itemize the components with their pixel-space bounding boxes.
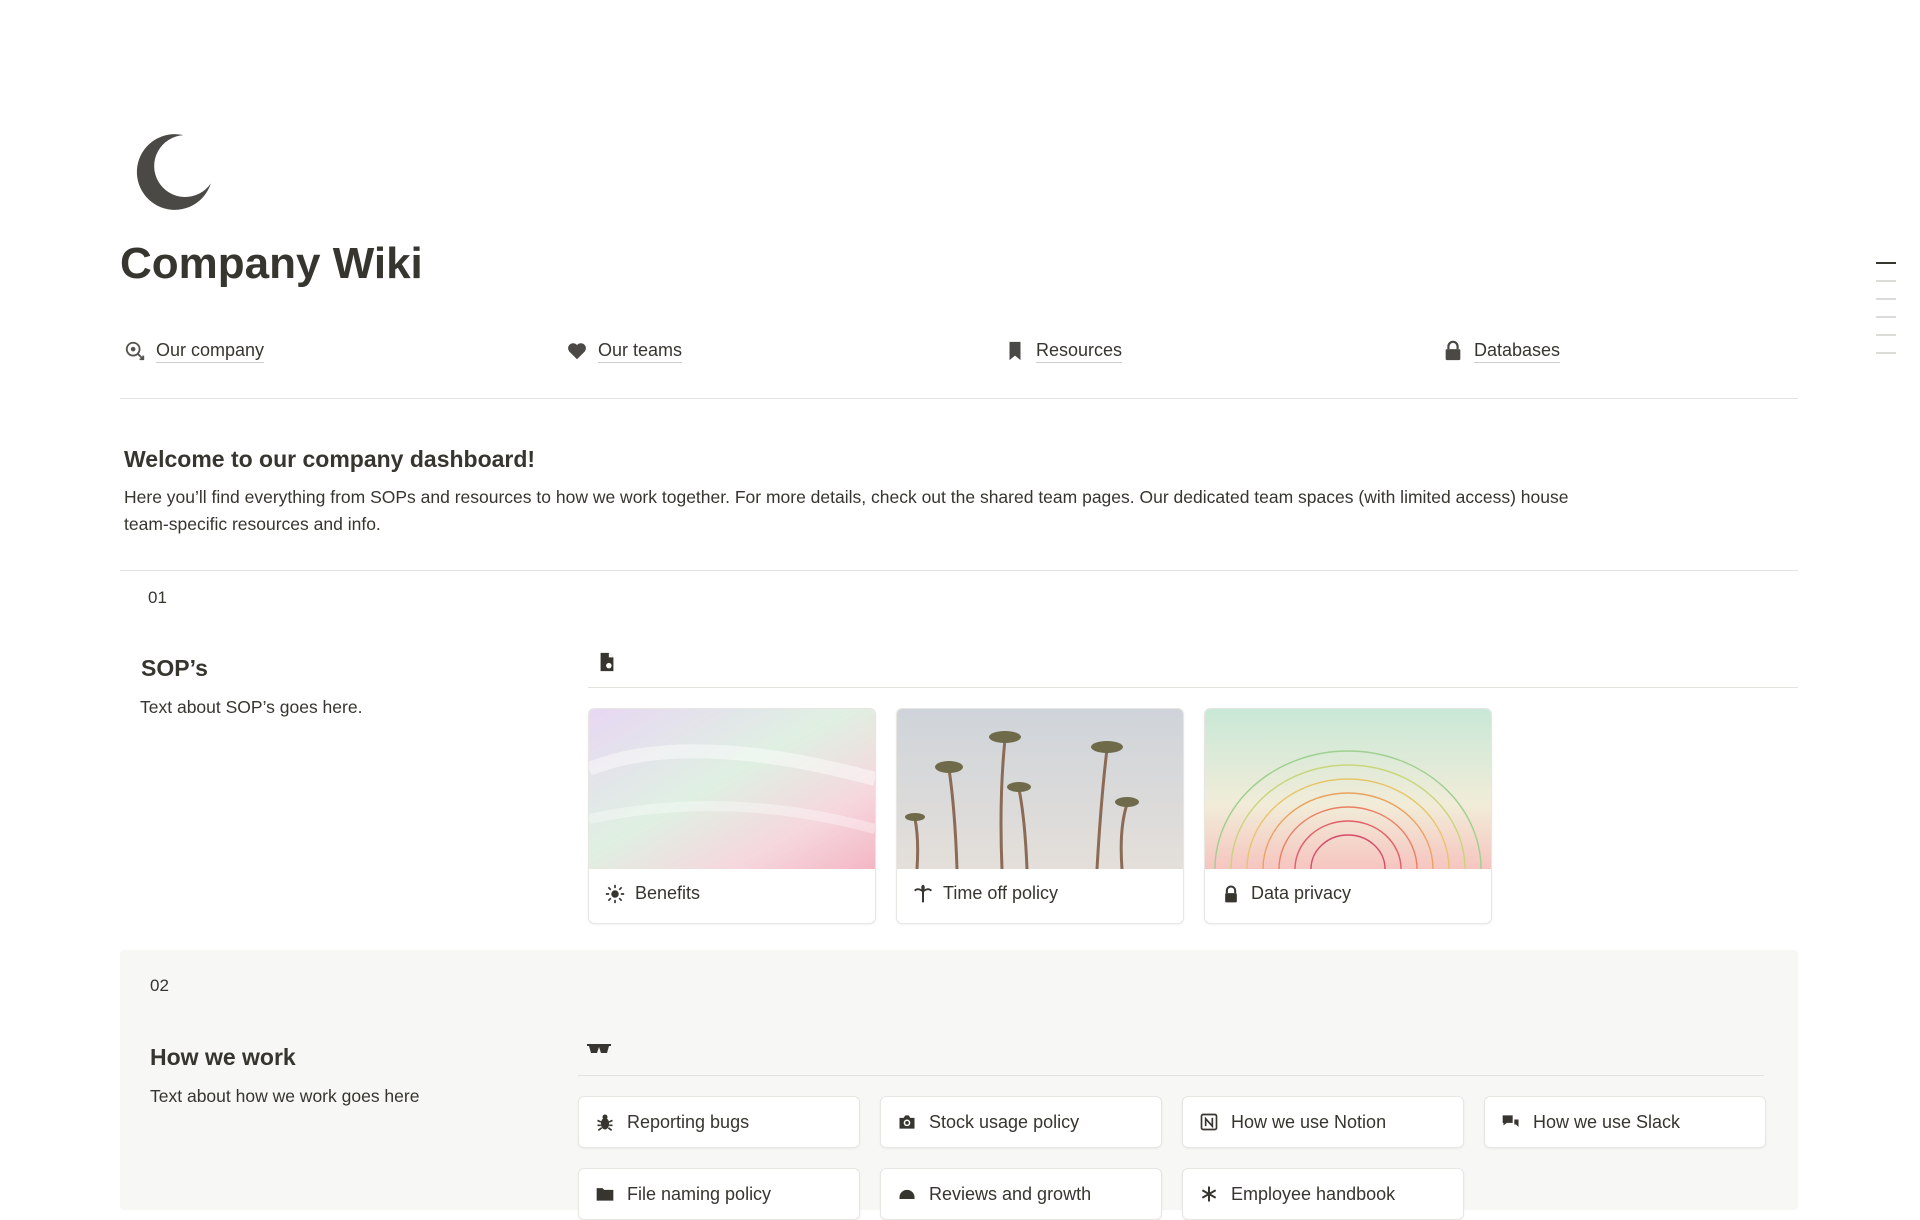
cover-image bbox=[897, 709, 1183, 869]
card-footer: Time off policy bbox=[913, 883, 1058, 904]
card-time-off-policy[interactable]: Time off policy bbox=[896, 708, 1184, 924]
page-title: Company Wiki bbox=[120, 239, 423, 288]
lock-icon bbox=[1445, 340, 1461, 360]
divider bbox=[120, 398, 1798, 399]
link-how-we-use-slack[interactable]: How we use Slack bbox=[1484, 1096, 1766, 1148]
nav-our-teams[interactable]: Our teams bbox=[566, 338, 683, 363]
section-number: 02 bbox=[150, 976, 169, 995]
card-label: Time off policy bbox=[943, 883, 1059, 903]
section-text: Text about SOP’s goes here. bbox=[140, 697, 363, 717]
chat-icon bbox=[1502, 1115, 1519, 1127]
sun-icon bbox=[605, 884, 625, 903]
palm-tree-icon bbox=[914, 884, 932, 902]
moon-icon[interactable] bbox=[130, 130, 216, 216]
lock-icon bbox=[1225, 885, 1237, 902]
toc-marker[interactable] bbox=[1876, 298, 1896, 300]
link-label: Reviews and growth bbox=[929, 1183, 1092, 1204]
cover-image bbox=[1205, 709, 1491, 869]
card-data-privacy[interactable]: Data privacy bbox=[1204, 708, 1492, 924]
link-file-naming-policy[interactable]: File naming policy bbox=[578, 1168, 860, 1220]
glasses-icon bbox=[587, 1044, 611, 1053]
nav-label: Resources bbox=[1036, 338, 1123, 363]
section-text: Text about how we work goes here bbox=[150, 1086, 420, 1106]
company-icon bbox=[125, 341, 145, 360]
nav-databases[interactable]: Databases bbox=[1442, 338, 1561, 363]
card-footer: Benefits bbox=[605, 883, 700, 904]
section-title-sops: SOP’s bbox=[141, 655, 208, 681]
link-reviews-and-growth[interactable]: Reviews and growth bbox=[880, 1168, 1162, 1220]
welcome-heading: Welcome to our company dashboard! bbox=[124, 446, 536, 472]
toc-marker[interactable] bbox=[1876, 334, 1896, 336]
nav-label: Databases bbox=[1474, 338, 1561, 363]
bookmark-icon bbox=[1009, 341, 1021, 360]
toc-marker[interactable] bbox=[1876, 316, 1896, 318]
top-nav: Our company Our teams Resources Database… bbox=[120, 338, 1798, 366]
link-stock-usage-policy[interactable]: Stock usage policy bbox=[880, 1096, 1162, 1148]
link-label: Stock usage policy bbox=[929, 1111, 1080, 1132]
card-footer: Data privacy bbox=[1221, 883, 1351, 904]
camera-icon bbox=[899, 1115, 915, 1129]
asterisk-icon bbox=[1201, 1186, 1217, 1202]
link-label: Employee handbook bbox=[1231, 1183, 1396, 1204]
card-benefits[interactable]: Benefits bbox=[588, 708, 876, 924]
section-title-how-we-work: How we work bbox=[150, 1044, 296, 1070]
folder-icon bbox=[596, 1188, 614, 1201]
nav-our-company[interactable]: Our company bbox=[124, 338, 265, 363]
divider bbox=[588, 687, 1798, 688]
nav-resources[interactable]: Resources bbox=[1004, 338, 1123, 363]
link-how-we-use-notion[interactable]: How we use Notion bbox=[1182, 1096, 1464, 1148]
bug-icon bbox=[597, 1114, 613, 1131]
helmet-icon bbox=[899, 1189, 915, 1199]
cover-image bbox=[589, 709, 875, 869]
link-label: Reporting bugs bbox=[627, 1111, 750, 1132]
section-number: 01 bbox=[148, 588, 167, 607]
heart-icon bbox=[568, 342, 586, 359]
toc-marker-active[interactable] bbox=[1876, 262, 1896, 264]
link-label: File naming policy bbox=[627, 1183, 772, 1204]
link-label: How we use Notion bbox=[1231, 1111, 1387, 1132]
divider bbox=[578, 1075, 1764, 1076]
nav-label: Our company bbox=[156, 338, 265, 363]
document-icon bbox=[600, 652, 614, 672]
toc-marker[interactable] bbox=[1876, 280, 1896, 282]
card-label: Data privacy bbox=[1251, 883, 1352, 903]
card-label: Benefits bbox=[635, 883, 701, 903]
toc-marker[interactable] bbox=[1876, 352, 1896, 354]
link-label: How we use Slack bbox=[1533, 1111, 1681, 1132]
divider bbox=[120, 570, 1798, 571]
link-employee-handbook[interactable]: Employee handbook bbox=[1182, 1168, 1464, 1220]
link-reporting-bugs[interactable]: Reporting bugs bbox=[578, 1096, 860, 1148]
welcome-text: Here you’ll find everything from SOPs an… bbox=[124, 487, 1569, 534]
nav-label: Our teams bbox=[598, 338, 683, 363]
notion-icon bbox=[1200, 1113, 1218, 1131]
